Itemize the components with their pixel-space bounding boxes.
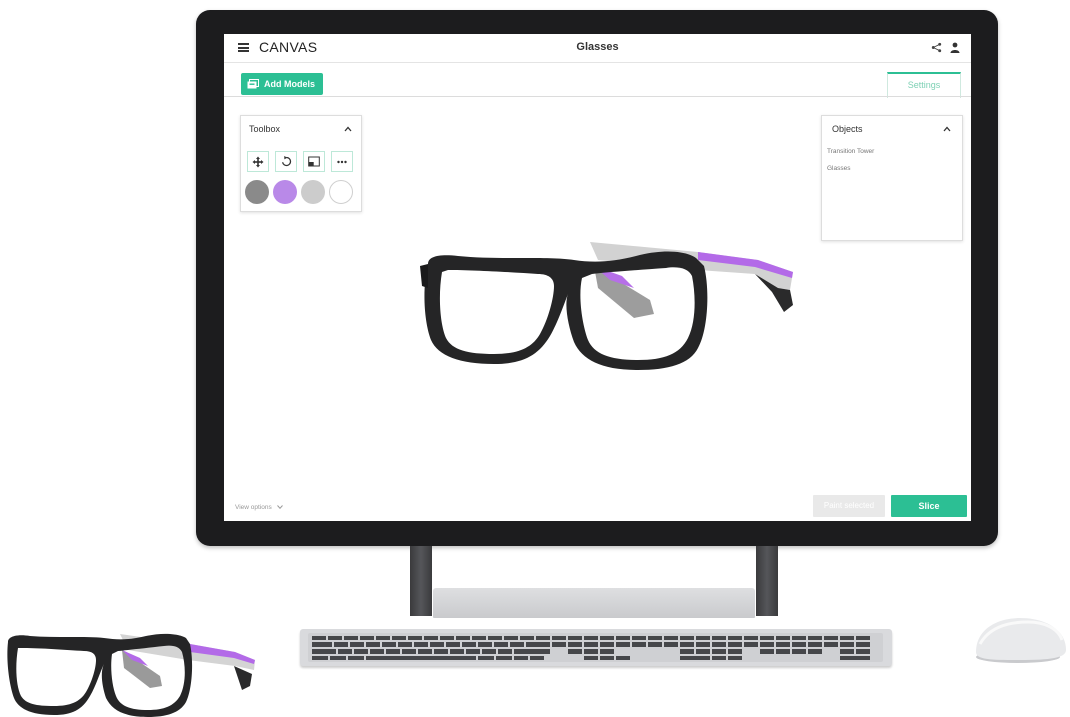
glasses-product-photo: [7, 633, 255, 717]
app-screen: CANVAS Glasses Add Models Settings Toolb…: [224, 34, 971, 521]
color-swatch-gray[interactable]: [245, 180, 269, 204]
monitor-stand-right-arm: [756, 546, 778, 616]
rotate-tool-button[interactable]: [275, 151, 297, 172]
object-item-transition-tower[interactable]: Transition Tower: [827, 148, 874, 155]
add-models-button[interactable]: Add Models: [241, 73, 323, 95]
view-options-label: View options: [235, 504, 272, 511]
more-dots-icon: [337, 160, 347, 163]
color-swatch-purple[interactable]: [273, 180, 297, 204]
app-name: CANVAS: [259, 39, 318, 55]
tab-settings[interactable]: Settings: [887, 72, 961, 98]
paint-selected-button[interactable]: Paint selected: [813, 495, 885, 517]
share-icon[interactable]: [931, 42, 942, 53]
objects-panel: Objects Transition Tower Glasses: [821, 115, 963, 241]
add-models-icon: [247, 79, 259, 89]
view-options-dropdown[interactable]: View options: [235, 504, 283, 511]
scale-tool-button[interactable]: [303, 151, 325, 172]
toolbox-collapse-icon[interactable]: [344, 126, 352, 132]
color-swatch-light-gray[interactable]: [301, 180, 325, 204]
keyboard-keys: [308, 633, 883, 662]
more-tools-button[interactable]: [331, 151, 353, 172]
hamburger-menu-icon[interactable]: [238, 43, 249, 53]
toolbox-panel: Toolbox: [240, 115, 362, 212]
move-arrows-icon: [252, 156, 264, 167]
app-header: CANVAS Glasses: [224, 34, 971, 63]
document-title: Glasses: [576, 41, 619, 53]
monitor-stand-left-arm: [410, 546, 432, 616]
monitor-stand-base: [433, 588, 755, 618]
objects-collapse-icon[interactable]: [943, 126, 951, 132]
chevron-down-icon: [276, 505, 283, 510]
tab-divider: [224, 96, 971, 97]
glasses-3d-model[interactable]: [398, 230, 798, 370]
keyboard: [300, 629, 892, 666]
add-models-label: Add Models: [264, 79, 315, 89]
object-item-glasses[interactable]: Glasses: [827, 165, 850, 172]
color-swatch-white[interactable]: [329, 180, 353, 204]
toolbox-title: Toolbox: [249, 124, 281, 134]
rotate-icon: [281, 156, 291, 167]
mouse: [976, 618, 1066, 663]
monitor: CANVAS Glasses Add Models Settings Toolb…: [196, 10, 998, 546]
slice-button[interactable]: Slice: [891, 495, 967, 517]
user-account-icon[interactable]: [950, 42, 960, 53]
scale-icon: [308, 156, 320, 167]
move-tool-button[interactable]: [247, 151, 269, 172]
objects-title: Objects: [832, 124, 863, 134]
